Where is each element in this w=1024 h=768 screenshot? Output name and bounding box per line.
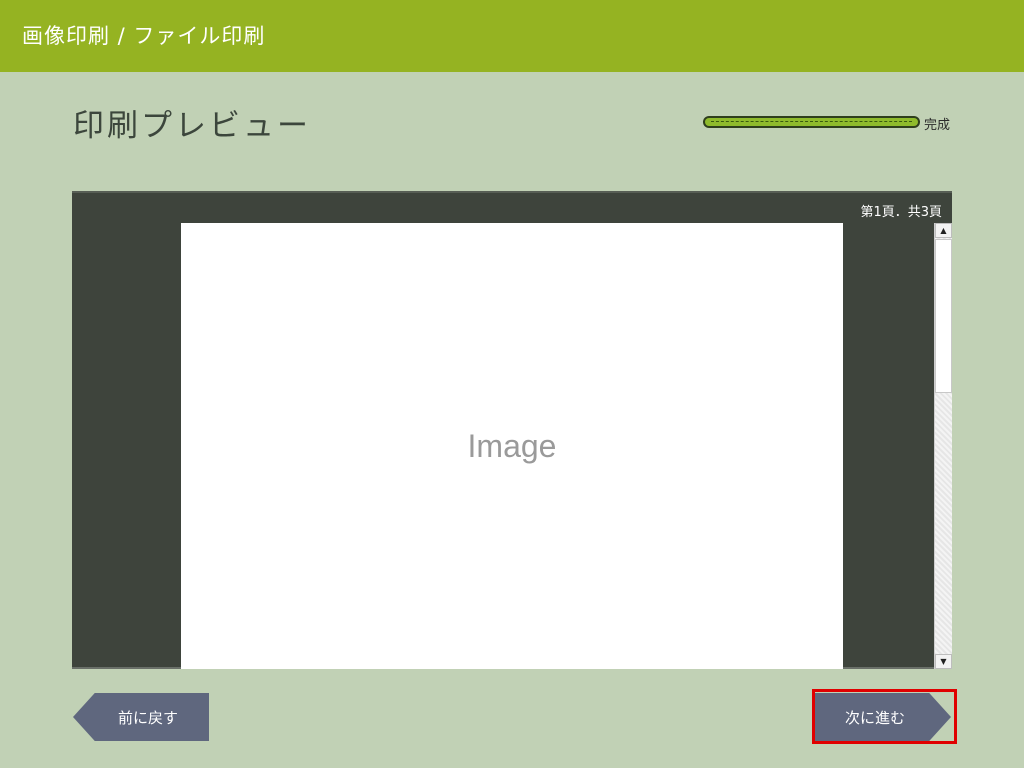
progress-fill xyxy=(705,118,918,126)
back-button[interactable]: 前に戻す xyxy=(73,693,209,741)
page-title: 印刷プレビュー xyxy=(73,108,311,144)
scroll-down-icon[interactable]: ▼ xyxy=(935,654,952,669)
app-header: 画像印刷 / ファイル印刷 xyxy=(0,0,1024,72)
next-button[interactable]: 次に進む xyxy=(815,693,951,741)
progress-label: 完成 xyxy=(924,118,951,133)
image-placeholder: Image xyxy=(467,427,557,464)
scrollbar-thumb[interactable] xyxy=(935,239,952,393)
preview-page: Image xyxy=(181,223,843,669)
preview-scrollbar[interactable]: ▲ ▼ xyxy=(934,223,952,669)
print-preview-panel: 第1頁．共3頁 Image ▲ ▼ xyxy=(72,191,952,669)
scroll-up-icon[interactable]: ▲ xyxy=(935,223,952,238)
page-indicator: 第1頁．共3頁 xyxy=(860,205,942,220)
app-title: 画像印刷 / ファイル印刷 xyxy=(22,24,266,48)
progress-bar xyxy=(703,116,920,128)
